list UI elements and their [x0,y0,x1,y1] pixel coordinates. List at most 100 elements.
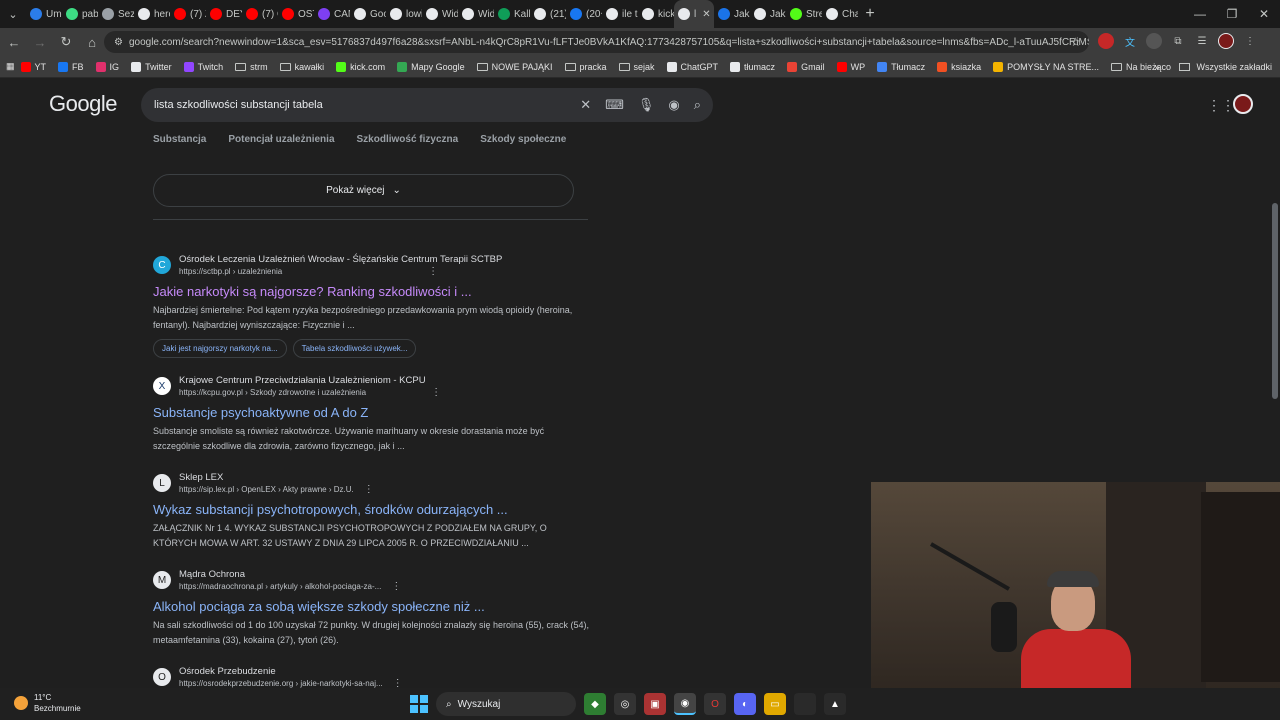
result-source[interactable]: L Sklep LEX https://sip.lex.pl › OpenLEX… [153,472,593,495]
minimize-icon[interactable]: — [1184,0,1216,28]
more-options-icon[interactable]: ⋮ [364,484,374,495]
browser-tab[interactable]: OST [278,0,314,28]
address-bar[interactable]: ⚙ google.com/search?newwindow=1&sca_esv=… [104,31,1089,53]
microphone-icon[interactable]: 🎙 [638,97,655,113]
reload-icon[interactable]: ↻ [54,30,78,54]
extension-icon[interactable] [1146,33,1162,49]
more-options-icon[interactable]: ⋮ [391,581,401,592]
bookmark-item[interactable]: YT [20,61,46,72]
bookmark-item[interactable]: ksiazka [937,61,981,72]
browser-tab[interactable]: (20+ [566,0,602,28]
bookmark-item[interactable]: Twitter [131,61,172,72]
avatar[interactable] [1233,94,1253,114]
clear-icon[interactable]: ✕ [580,97,591,113]
bookmarks-grid-icon[interactable]: ▦ [6,61,15,72]
browser-tab[interactable]: Cha [822,0,858,28]
scrollbar-thumb[interactable] [1272,203,1278,399]
browser-tab[interactable]: ile tr [602,0,638,28]
app-icon[interactable]: ◆ [584,693,606,715]
bookmark-item[interactable]: IG [95,61,119,72]
browser-tab[interactable]: Goo [350,0,386,28]
sitelink-chip[interactable]: Jaki jest najgorszy narkotyk na... [153,339,287,358]
site-info-icon[interactable]: ⚙ [114,37,123,48]
bookmark-item[interactable]: FB [58,61,84,72]
result-title-link[interactable]: Substancje psychoaktywne od A do Z [153,404,593,422]
forward-icon[interactable]: → [28,30,52,54]
google-logo[interactable]: Google [49,91,117,117]
more-options-icon[interactable]: ⋮ [431,387,441,398]
browser-tab[interactable]: Sezo [98,0,134,28]
result-source[interactable]: O Ośrodek Przebudzenie https://osrodekpr… [153,666,593,689]
more-options-icon[interactable]: ⋮ [428,266,438,277]
bookmark-item[interactable]: kawałki [279,62,324,72]
bookmark-item[interactable]: NOWE PAJĄKI [476,62,553,72]
bookmark-item[interactable]: Twitch [183,61,223,72]
sitelink-chip[interactable]: Tabela szkodliwości używek... [292,339,417,358]
result-source[interactable]: X Krajowe Centrum Przeciwdziałania Uzale… [153,375,593,398]
result-title-link[interactable]: Alkohol pociąga za sobą większe szkody s… [153,598,593,616]
browser-tab[interactable]: Umó [26,0,62,28]
bookmark-item[interactable]: Mapy Google [397,61,465,72]
weather-widget[interactable]: 11°C Bezchmurnie [14,692,81,714]
tab-list-icon[interactable]: ☰ [1194,33,1210,49]
bookmark-item[interactable]: strm [235,62,268,72]
profile-icon[interactable] [1218,33,1234,49]
browser-tab[interactable]: hero [134,0,170,28]
browser-tab[interactable]: pabi [62,0,98,28]
result-title-link[interactable]: Jakie narkotyki są najgorsze? Ranking sz… [153,283,593,301]
all-bookmarks[interactable]: » Wszystkie zakładki [1154,56,1272,78]
close-tab-icon[interactable]: ✕ [702,9,710,20]
browser-tab[interactable]: Wid [458,0,494,28]
browser-tab[interactable]: Wid [422,0,458,28]
browser-tab[interactable]: (21) [530,0,566,28]
bookmark-star-icon[interactable]: ☆ [1070,35,1081,49]
windows-start-icon[interactable] [410,695,428,713]
result-source[interactable]: C Ośrodek Leczenia Uzależnień Wrocław - … [153,254,593,277]
browser-tab[interactable]: Jaki [714,0,750,28]
result-title-link[interactable]: Wykaz substancji psychotropowych, środkó… [153,501,593,519]
app-icon[interactable]: ▲ [824,693,846,715]
search-icon[interactable]: ⌕ [694,97,701,113]
browser-tab[interactable]: DEY [206,0,242,28]
browser-tab[interactable]: Stre [786,0,822,28]
tab-search-icon[interactable]: ⌄ [0,0,26,28]
translate-extension-icon[interactable]: 文 [1122,33,1138,49]
chevron-right-icon[interactable]: » [1154,62,1159,72]
browser-tab[interactable]: (7) C [242,0,278,28]
bookmark-item[interactable]: sejak [618,62,655,72]
menu-icon[interactable]: ⋮ [1242,33,1258,49]
home-icon[interactable]: ⌂ [80,30,104,54]
bookmark-item[interactable]: ChatGPT [666,61,718,72]
result-source[interactable]: M Mądra Ochrona https://madraochrona.pl … [153,569,593,592]
browser-tab[interactable]: Jakie [750,0,786,28]
restore-icon[interactable]: ❐ [1216,0,1248,28]
bookmark-item[interactable]: pracka [564,62,607,72]
close-window-icon[interactable]: ✕ [1248,0,1280,28]
new-tab-button[interactable]: + [858,5,882,23]
search-box[interactable]: lista szkodliwości substancji tabela ✕ ⌨… [141,88,713,122]
browser-tab[interactable]: kick [638,0,674,28]
browser-tab[interactable]: lowi [386,0,422,28]
app-icon[interactable]: ◎ [614,693,636,715]
discord-icon[interactable]: ◐ [734,693,756,715]
lens-icon[interactable]: ◉ [668,97,679,113]
taskbar-search[interactable]: ⌕ Wyszukaj [436,692,576,716]
bookmark-item[interactable]: kick.com [336,61,385,72]
bookmark-item[interactable]: WP [836,61,865,72]
browser-tab[interactable]: (7) Z [170,0,206,28]
file-explorer-icon[interactable]: ▭ [764,693,786,715]
bookmark-item[interactable]: tłumacz [730,61,775,72]
show-more-button[interactable]: Pokaż więcej ⌄ [153,174,574,207]
app-icon[interactable]: ▣ [644,693,666,715]
browser-tab[interactable]: l ✕ [674,0,714,28]
bookmark-item[interactable]: POMYSŁY NA STRE... [993,61,1099,72]
bookmark-item[interactable]: Gmail [787,61,825,72]
search-query[interactable]: lista szkodliwości substancji tabela [154,99,323,111]
app-icon[interactable] [794,693,816,715]
chrome-icon[interactable]: ◉ [674,693,696,715]
bookmark-item[interactable]: Tłumacz [877,61,925,72]
keyboard-icon[interactable]: ⌨ [605,97,624,113]
puzzle-icon[interactable]: ⧉ [1170,33,1186,49]
browser-tab[interactable]: CAN [314,0,350,28]
opera-icon[interactable]: O [704,693,726,715]
